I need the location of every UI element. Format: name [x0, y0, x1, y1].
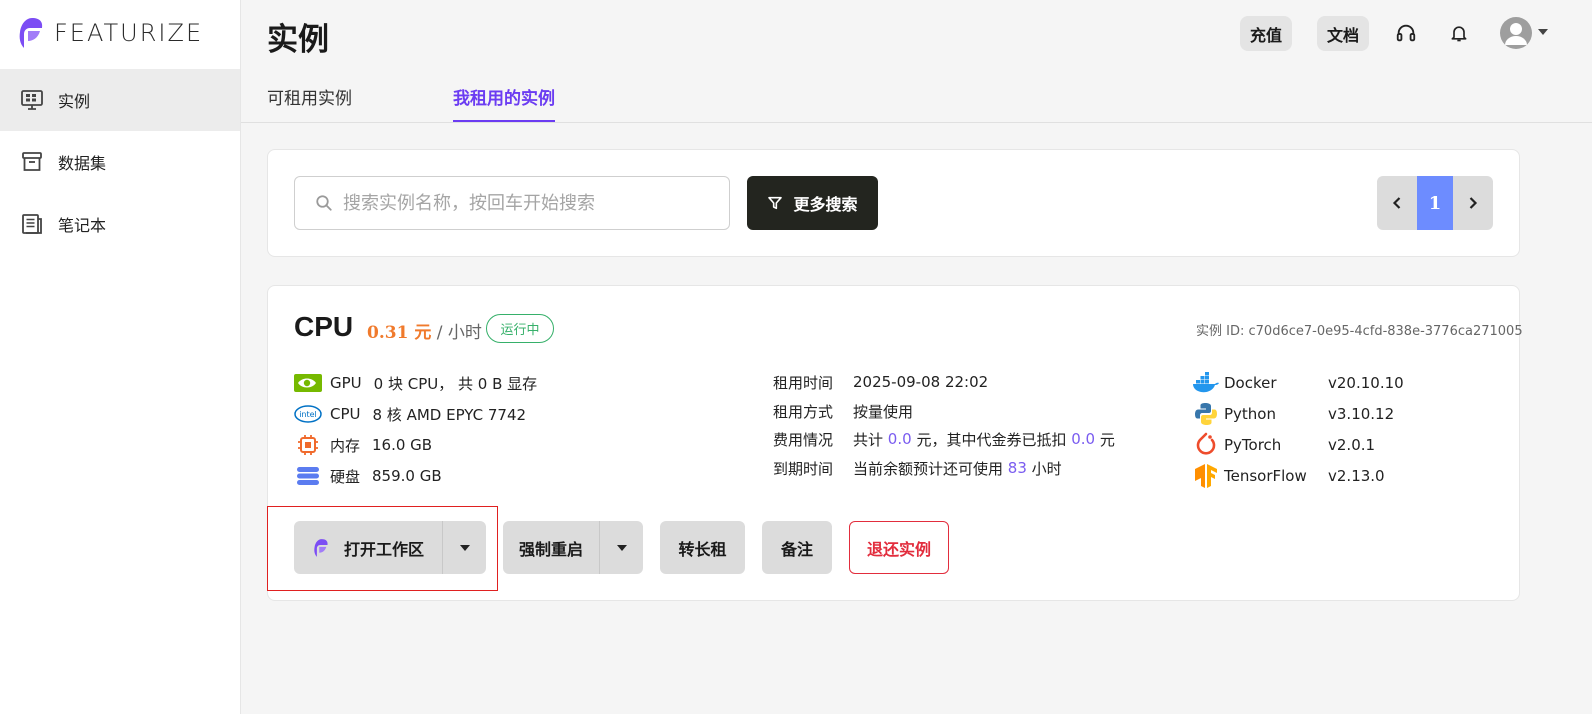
tab-available-instances[interactable]: 可租用实例 [267, 84, 352, 122]
tab-my-instances[interactable]: 我租用的实例 [453, 84, 555, 122]
instance-id-label: 实例 ID: [1196, 324, 1245, 339]
sidebar-item-label: 笔记本 [58, 216, 107, 235]
price-amount: 0.31 元 [367, 323, 432, 343]
rent-mode: 租用方式 按量使用 [773, 402, 914, 421]
nvidia-icon [294, 372, 322, 394]
spec-disk: 硬盘 859.0 GB [294, 464, 442, 488]
prev-page-button[interactable] [1377, 176, 1417, 230]
memory-chip-icon [294, 434, 322, 456]
rent-cost: 费用情况 共计 0.0 元，其中代金券已抵扣 0.0 元 [773, 430, 1115, 449]
brand-name: FEATURIZE [54, 19, 204, 47]
force-restart-split-button: 强制重启 [503, 521, 643, 574]
featurize-logo-icon [19, 18, 43, 48]
more-search-button[interactable]: 更多搜索 [747, 176, 878, 230]
sidebar-item-datasets[interactable]: 数据集 [0, 131, 240, 193]
docker-icon [1192, 370, 1220, 396]
framework-pytorch: PyTorch v2.0.1 [1192, 432, 1375, 458]
more-search-label: 更多搜索 [793, 195, 858, 214]
filter-icon [768, 196, 783, 210]
price-unit: / 小时 [436, 323, 482, 343]
monitor-icon [21, 90, 43, 110]
notebook-icon [22, 214, 42, 234]
archive-icon [22, 152, 42, 171]
rent-expire: 到期时间 当前余额预计还可使用 83 小时 [773, 459, 1062, 478]
sidebar-item-label: 实例 [58, 92, 91, 111]
note-button[interactable]: 备注 [762, 521, 832, 574]
instance-id: 实例 ID: c70d6ce7-0e95-4cfd-838e-3776ca271… [1196, 320, 1523, 339]
sidebar-item-instances[interactable]: 实例 [0, 69, 240, 131]
pagination: 1 [1377, 176, 1493, 230]
framework-docker: Docker v20.10.10 [1192, 370, 1404, 396]
search-box[interactable] [294, 176, 730, 230]
page-number[interactable]: 1 [1417, 176, 1453, 230]
spec-cpu: intel CPU 8 核 AMD EPYC 7742 [294, 402, 526, 426]
instance-name: CPU [294, 311, 354, 342]
long-rent-button[interactable]: 转长租 [660, 521, 745, 574]
intel-icon: intel [294, 403, 322, 425]
featurize-logo-icon [314, 538, 328, 557]
framework-python: Python v3.10.12 [1192, 401, 1394, 427]
bell-icon[interactable] [1446, 20, 1472, 46]
spec-memory: 内存 16.0 GB [294, 433, 432, 457]
sidebar: FEATURIZE 实例 数据集 笔记本 [0, 0, 241, 714]
chevron-right-icon [1469, 197, 1478, 209]
instance-id-value: c70d6ce7-0e95-4cfd-838e-3776ca271005 [1248, 324, 1523, 339]
next-page-button[interactable] [1453, 176, 1493, 230]
tensorflow-icon [1192, 463, 1220, 489]
sidebar-item-notebooks[interactable]: 笔记本 [0, 193, 240, 255]
disk-icon [294, 465, 322, 487]
search-input[interactable] [343, 192, 703, 214]
instance-price: 0.31 元 / 小时 [367, 318, 482, 343]
caret-down-icon [616, 544, 627, 551]
docs-button[interactable]: 文档 [1317, 16, 1369, 51]
svg-text:intel: intel [299, 410, 317, 419]
open-workspace-button[interactable]: 打开工作区 [294, 521, 442, 574]
python-icon [1192, 401, 1220, 427]
tabs-bar: 可租用实例 我租用的实例 [241, 70, 1592, 123]
sidebar-item-label: 数据集 [58, 154, 107, 173]
pytorch-icon [1192, 432, 1220, 458]
force-restart-button[interactable]: 强制重启 [503, 521, 599, 574]
framework-tensorflow: TensorFlow v2.13.0 [1192, 463, 1385, 489]
status-badge: 运行中 [486, 314, 554, 343]
open-workspace-split-button: 打开工作区 [294, 521, 486, 574]
open-workspace-dropdown[interactable] [442, 521, 486, 574]
headset-icon[interactable] [1393, 20, 1419, 46]
spec-gpu: GPU 0 块 CPU， 共 0 B 显存 [294, 371, 537, 395]
caret-down-icon [459, 544, 470, 551]
recharge-button[interactable]: 充值 [1240, 16, 1292, 51]
search-icon [316, 195, 332, 211]
rent-time: 租用时间 2025-09-08 22:02 [773, 373, 989, 392]
brand-logo[interactable]: FEATURIZE [18, 16, 203, 50]
chevron-down-icon[interactable] [1538, 29, 1548, 35]
page-title: 实例 [267, 22, 329, 58]
return-instance-button[interactable]: 退还实例 [849, 521, 949, 574]
chevron-left-icon [1392, 197, 1401, 209]
avatar-icon[interactable] [1500, 17, 1532, 49]
force-restart-dropdown[interactable] [599, 521, 643, 574]
